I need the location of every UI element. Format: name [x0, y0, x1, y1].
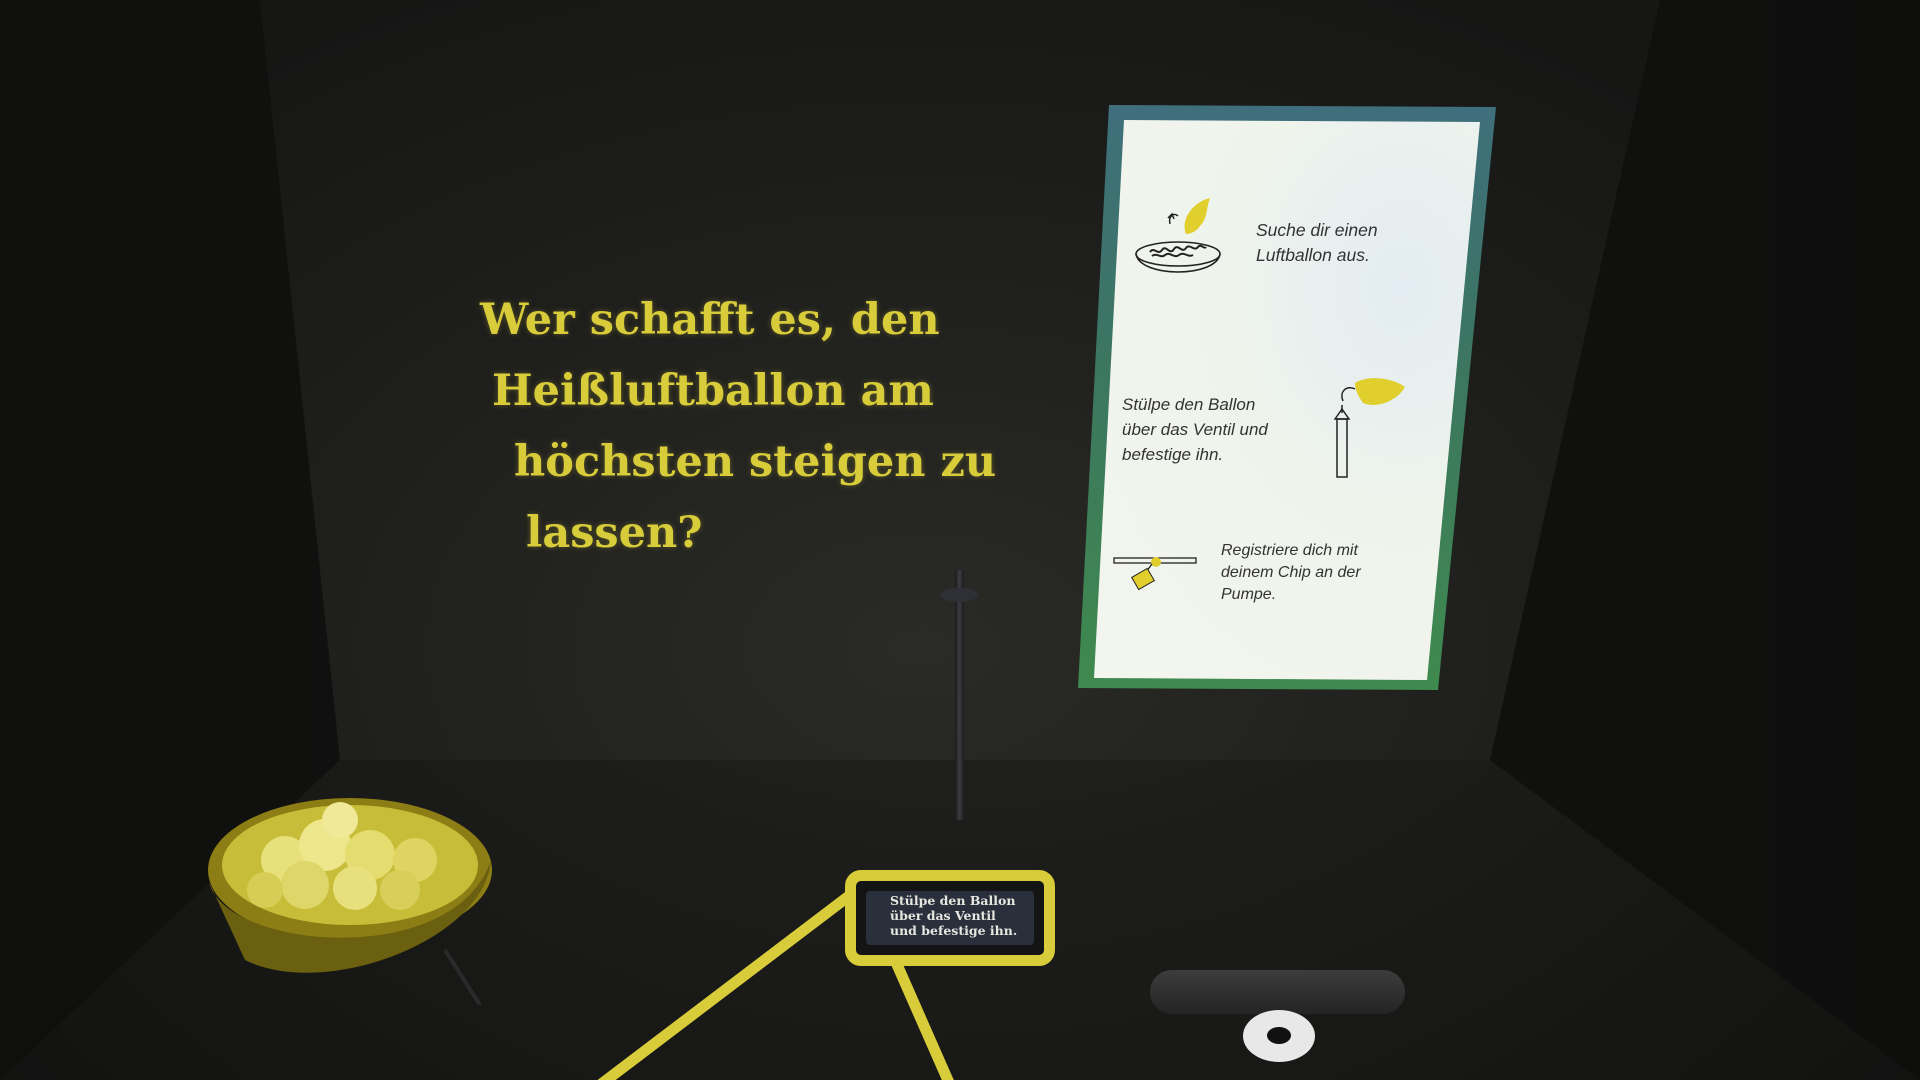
headline-line-3: höchsten steigen zu [514, 437, 997, 487]
chip-pump-icon [1113, 557, 1197, 591]
headline-question: Wer schafft es, den Heißluftballon am hö… [480, 285, 1000, 569]
step-3-text: Registriere dich mit deinem Chip an der … [1221, 542, 1361, 603]
pump-handle[interactable] [1150, 970, 1405, 1014]
chip-reader-slot [1267, 1027, 1291, 1044]
balloon-bowl-icon [1135, 198, 1221, 273]
headline-line-2: Heißluftballon am [492, 366, 934, 416]
step-2-text: Stülpe den Ballon über das Ventil und be… [1122, 395, 1268, 464]
exhibit-scene: Wer schafft es, den Heißluftballon am hö… [0, 0, 1920, 1080]
step-1-text: Suche dir einen Luftballon aus. [1256, 220, 1378, 265]
valve-post[interactable] [955, 570, 964, 820]
valve-balloon-icon [1333, 378, 1405, 478]
valve-cap[interactable] [940, 588, 978, 602]
floor-sign-text: Stülpe den Ballon über das Ventil und be… [890, 893, 1018, 938]
balloon-bowl[interactable] [205, 790, 495, 1005]
headline-line-1: Wer schafft es, den [480, 295, 940, 345]
headline-line-4: lassen? [526, 508, 703, 558]
